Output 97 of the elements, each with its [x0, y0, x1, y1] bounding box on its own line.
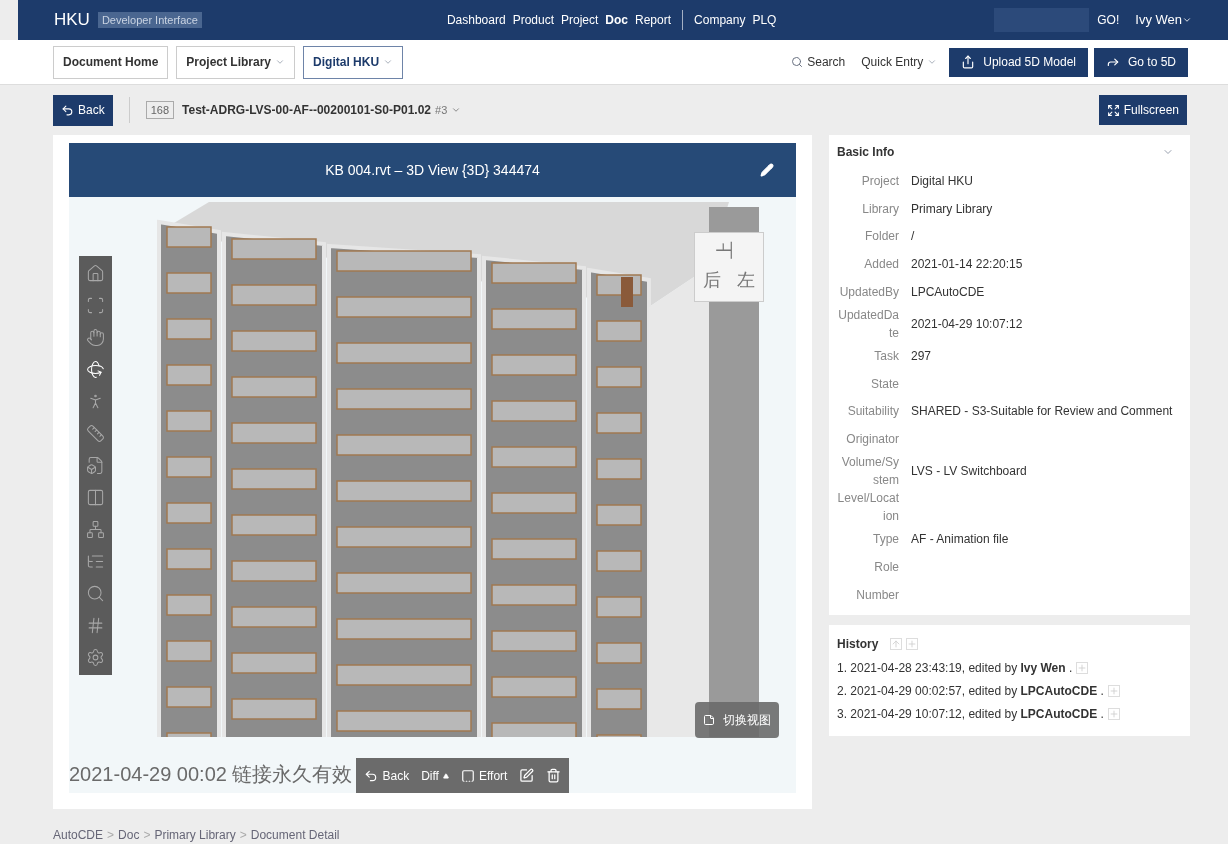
field-label: UpdatedBy — [838, 284, 899, 302]
field-label: Project — [860, 172, 899, 190]
field-label: Added — [863, 256, 899, 274]
footer-breadcrumb-link[interactable]: AutoCDE — [53, 826, 104, 844]
field-value: Digital HKU — [911, 172, 973, 190]
cube-face-label: 后 — [702, 269, 722, 292]
card-title: Basic Info — [837, 144, 895, 161]
field-value: SHARED - S3-Suitable for Review and Comment — [911, 403, 1173, 421]
edit-icon[interactable] — [519, 768, 535, 783]
breadcrumb-separator: > — [107, 827, 115, 844]
fit-view-icon[interactable] — [86, 296, 105, 315]
nav-link[interactable]: Dashboard — [446, 11, 506, 29]
logo: HKU — [54, 9, 90, 32]
cube-face-label: 左 — [736, 269, 756, 292]
section-icon[interactable] — [86, 488, 105, 507]
field-label: Type — [872, 531, 899, 549]
viewer-title: KB 004.rvt – 3D View {3D} 344474 — [325, 160, 540, 180]
orbit-icon[interactable] — [86, 360, 105, 379]
breadcrumb-tab[interactable]: Project Library — [176, 45, 296, 79]
field-label: UpdatedDate — [837, 307, 899, 342]
home-icon[interactable] — [86, 264, 105, 283]
field-value: LPCAutoCDE — [911, 284, 985, 302]
breadcrumb-separator: > — [239, 827, 247, 844]
search-icon[interactable] — [86, 584, 105, 603]
back-button[interactable]: Back — [53, 94, 113, 126]
field-value: LVS - LV Switchboard — [911, 463, 1027, 481]
diff-menu[interactable]: Diff — [421, 766, 449, 785]
footer-breadcrumb-link[interactable]: Document Detail — [250, 826, 340, 844]
nav-link[interactable]: Company — [694, 11, 746, 29]
ruler-icon[interactable] — [86, 424, 105, 443]
field-label: Role — [873, 558, 899, 576]
go-to-5d-button[interactable]: Go to 5D — [1093, 47, 1188, 77]
history-entry: 1. 2021-04-28 23:43:19, edited by Ivy Wen . — [837, 660, 1073, 678]
field-value: Primary Library — [911, 200, 993, 218]
history-entry: 3. 2021-04-29 10:07:12, edited by LPCAutoCDE . — [837, 706, 1104, 724]
hand-icon[interactable] — [86, 328, 105, 347]
field-value: 2021-04-29 10:07:12 — [911, 316, 1023, 333]
hierarchy-icon[interactable] — [86, 520, 105, 539]
list-tree-icon[interactable] — [86, 552, 105, 571]
grid-icon[interactable] — [86, 616, 105, 635]
field-label: Library — [861, 200, 899, 218]
fullscreen-icon — [1106, 103, 1120, 117]
user-menu[interactable]: Ivy Wen — [1135, 10, 1192, 30]
view-cube[interactable]: 上 后 左 — [694, 232, 764, 302]
caret-icon — [451, 105, 462, 115]
nav-link[interactable]: PLQ — [752, 11, 777, 29]
document-name: Test-ADRG-LVS-00-AF--00200101-S0-P01.02 — [182, 102, 432, 119]
search-link[interactable]: Search — [791, 53, 846, 71]
search-icon — [791, 56, 804, 68]
pencil-icon — [760, 163, 774, 177]
footer-breadcrumb-link[interactable]: Primary Library — [154, 826, 236, 844]
back-link[interactable]: Back — [364, 766, 410, 785]
back-arrow-icon — [61, 103, 74, 117]
settings-icon[interactable] — [86, 648, 105, 667]
upload-button[interactable]: Upload 5D Model — [949, 47, 1088, 77]
version-dropdown[interactable]: #3 — [435, 101, 462, 119]
nav-link[interactable]: Project — [561, 11, 599, 29]
breadcrumb-tab[interactable]: Document Home — [53, 45, 169, 79]
field-label: Originator — [845, 431, 899, 449]
footer-breadcrumb-link[interactable]: Doc — [118, 826, 140, 844]
history-entry: 2. 2021-04-29 00:02:57, edited by LPCAutoCDE . — [837, 683, 1104, 701]
switch-view-button[interactable]: 切换视图 — [695, 702, 779, 738]
field-value: 2021-01-14 22:20:15 — [911, 256, 1023, 274]
nav-link[interactable]: Doc — [605, 11, 628, 29]
field-value: / — [911, 228, 915, 246]
nav-link[interactable]: Report — [635, 11, 672, 29]
field-label: Folder — [864, 228, 899, 246]
field-label: Suitability — [846, 403, 899, 421]
id-badge: 168 — [145, 100, 175, 120]
field-label: Task — [873, 347, 899, 365]
cube-face-label: 上 — [714, 240, 736, 261]
back-arrow-icon — [364, 768, 379, 783]
breadcrumb-separator: > — [143, 827, 151, 844]
breadcrumb-tab[interactable]: Digital HKU — [303, 45, 404, 79]
edit-button[interactable] — [760, 163, 774, 177]
caret-icon — [927, 57, 938, 67]
go-button[interactable]: GO! — [1089, 11, 1128, 29]
subtitle-badge: Developer Interface — [97, 11, 202, 29]
fullscreen-button[interactable]: Fullscreen — [1098, 95, 1187, 125]
effort-button[interactable]: Effort — [460, 766, 508, 785]
nav-link[interactable]: Product — [512, 11, 554, 29]
field-value: 297 — [911, 347, 932, 365]
note-icon — [703, 714, 715, 726]
field-value: AF - Animation file — [911, 531, 1009, 549]
field-label: Level/Location — [837, 490, 899, 526]
field-label: Number — [855, 586, 899, 604]
trash-icon[interactable] — [546, 768, 562, 783]
card-title: History — [837, 635, 879, 653]
field-label: Volume/System — [840, 454, 899, 490]
caret-icon — [1182, 15, 1192, 25]
file-box-icon[interactable] — [86, 456, 105, 475]
share-arrow-icon — [1105, 55, 1120, 69]
caret-icon — [442, 772, 449, 779]
field-label: State — [869, 375, 899, 393]
upload-icon — [961, 55, 976, 69]
quick-entry-menu[interactable]: Quick Entry — [861, 53, 938, 71]
square-icon — [460, 768, 475, 783]
